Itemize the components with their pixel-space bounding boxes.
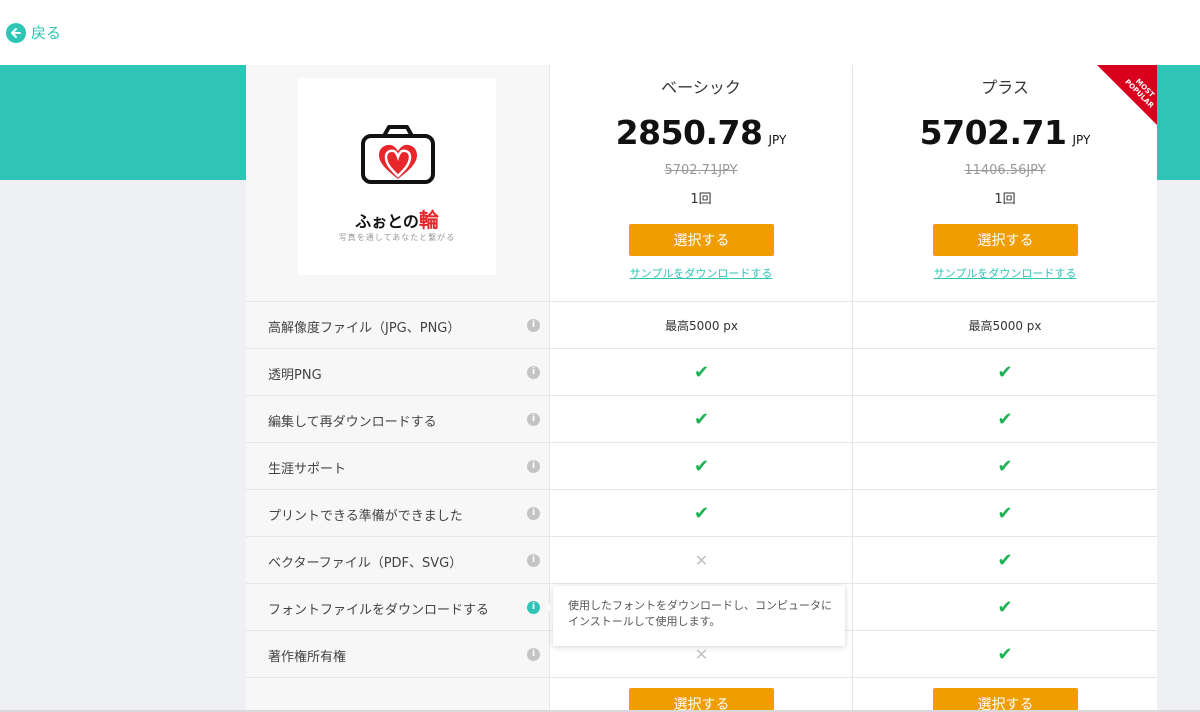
info-tooltip: 使用したフォントをダウンロードし、コンピュータにインストールして使用します。: [553, 586, 845, 646]
check-icon: ✔: [693, 456, 710, 477]
download-sample-link[interactable]: サンプルをダウンロードする: [853, 265, 1157, 281]
tooltip-arrow: [546, 600, 553, 614]
feature-row: ベクターファイル（PDF、SVG） i ✕ ✔: [246, 536, 1157, 583]
feature-label: 高解像度ファイル（JPG、PNG）: [268, 321, 461, 336]
arrow-left-icon: [6, 22, 26, 43]
download-sample-link[interactable]: サンプルをダウンロードする: [550, 265, 852, 281]
logo-tagline: 写真を通してあなたと繋がる: [338, 233, 456, 242]
feature-label: 編集して再ダウンロードする: [268, 415, 437, 430]
logo-preview: ふぉとの輪 写真を通してあなたと繋がる: [298, 78, 496, 275]
download-count: 1回: [994, 192, 1016, 207]
info-icon[interactable]: i: [527, 507, 540, 520]
top-bar: 戻る: [0, 0, 1200, 65]
feature-label: 透明PNG: [268, 368, 322, 383]
feature-label: フォントファイルをダウンロードする: [268, 603, 490, 618]
download-count: 1回: [690, 192, 712, 207]
check-icon: ✔: [997, 550, 1013, 571]
basic-value: 最高5000 px: [664, 319, 739, 333]
check-icon: ✔: [997, 456, 1013, 477]
check-icon: ✔: [693, 362, 710, 383]
check-icon: ✔: [693, 503, 710, 524]
plan-price: 5702.71 JPY: [919, 113, 1091, 152]
back-label: 戻る: [31, 24, 62, 42]
check-icon: ✔: [997, 409, 1013, 430]
info-icon[interactable]: i: [527, 319, 540, 332]
cross-icon: ✕: [694, 551, 709, 570]
check-icon: ✔: [997, 597, 1013, 618]
feature-label: 著作権所有権: [268, 650, 347, 665]
feature-row: 編集して再ダウンロードする i ✔ ✔: [246, 395, 1157, 442]
camera-heart-logo-icon: [361, 125, 435, 184]
plan-price: 2850.78 JPY: [615, 113, 787, 152]
check-icon: ✔: [997, 644, 1013, 665]
original-price: 11406.56JPY: [964, 163, 1046, 178]
feature-row: 透明PNG i ✔ ✔: [246, 348, 1157, 395]
feature-row: プリントできる準備ができました i ✔ ✔: [246, 489, 1157, 536]
check-icon: ✔: [997, 362, 1013, 383]
feature-label: ベクターファイル（PDF、SVG）: [268, 556, 463, 571]
button-row: [246, 677, 1157, 712]
info-icon[interactable]: i: [527, 413, 540, 426]
plan-name: プラス: [981, 78, 1029, 97]
original-price: 5702.71JPY: [664, 163, 738, 178]
feature-row: 高解像度ファイル（JPG、PNG） i 最高5000 px 最高5000 px: [246, 301, 1157, 348]
check-icon: ✔: [997, 503, 1013, 524]
info-icon[interactable]: i: [527, 601, 540, 614]
select-basic-button[interactable]: 選択する: [629, 224, 774, 256]
info-icon[interactable]: i: [527, 366, 540, 379]
back-button[interactable]: 戻る: [6, 22, 61, 43]
plan-name: ベーシック: [661, 78, 741, 97]
info-icon[interactable]: i: [527, 460, 540, 473]
plus-value: 最高5000 px: [968, 319, 1042, 333]
select-plus-button[interactable]: 選択する: [933, 224, 1078, 256]
feature-label: 生涯サポート: [268, 462, 347, 477]
info-icon[interactable]: i: [527, 648, 540, 661]
feature-row: 生涯サポート i ✔ ✔: [246, 442, 1157, 489]
feature-label: プリントできる準備ができました: [268, 509, 463, 524]
logo-brand-text: ふぉとの輪: [355, 208, 439, 232]
info-icon[interactable]: i: [527, 554, 540, 567]
check-icon: ✔: [693, 409, 710, 430]
